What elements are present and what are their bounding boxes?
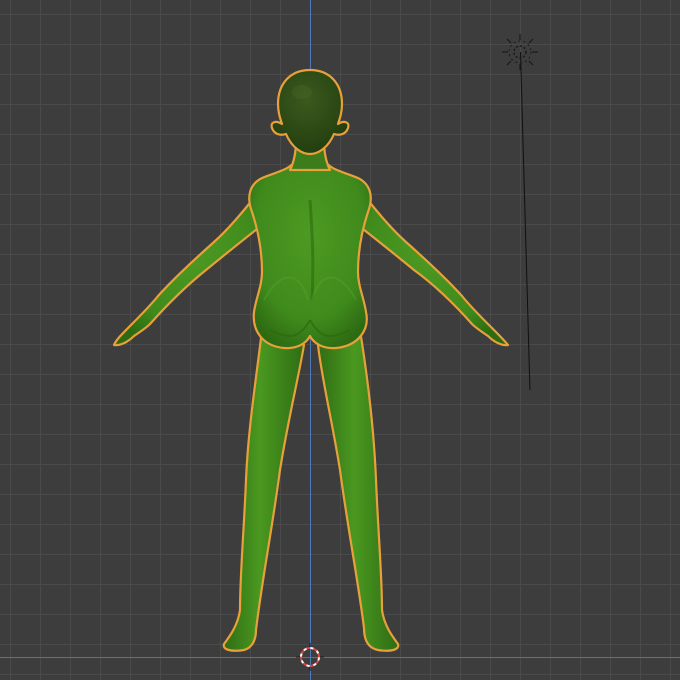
left-arm: [112, 186, 268, 347]
right-leg: [316, 328, 400, 652]
left-leg: [222, 328, 306, 652]
right-arm: [352, 186, 510, 347]
head: [270, 68, 350, 156]
mesh-body-group: [112, 68, 510, 652]
3d-cursor-icon[interactable]: [296, 643, 324, 671]
humanoid-mesh-object[interactable]: [0, 0, 680, 680]
3d-viewport[interactable]: [0, 0, 680, 680]
torso: [248, 158, 372, 350]
